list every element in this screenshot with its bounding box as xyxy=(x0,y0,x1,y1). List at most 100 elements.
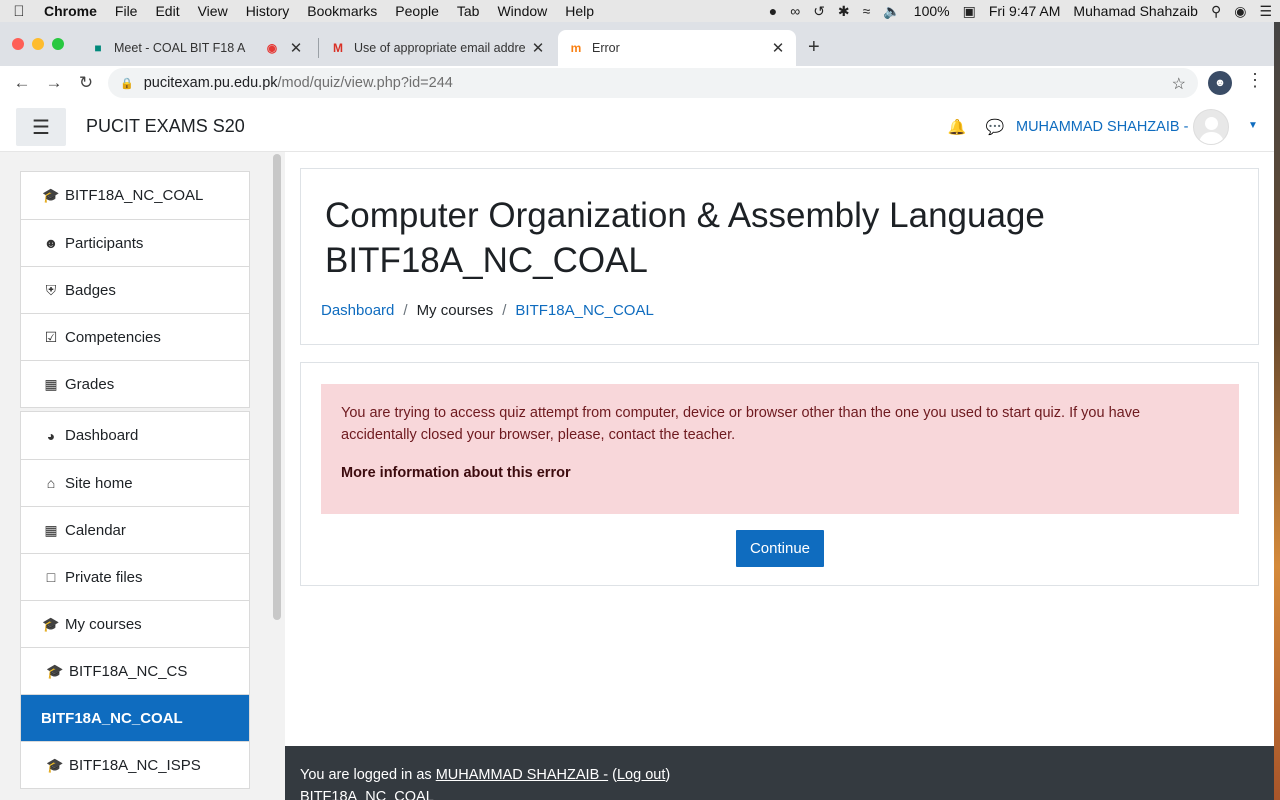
footer-course-link[interactable]: BITF18A_NC_COAL xyxy=(300,789,434,800)
apple-menu-icon[interactable]:  xyxy=(0,3,38,20)
menu-help[interactable]: Help xyxy=(556,3,603,19)
menu-history[interactable]: History xyxy=(237,3,299,19)
more-info-link[interactable]: More information about this error xyxy=(341,462,1219,484)
nav-item-label: Dashboard xyxy=(65,427,139,444)
nav-item-course-cs[interactable]: 🎓 BITF18A_NC_CS xyxy=(21,647,249,694)
drawer-scrollbar-thumb[interactable] xyxy=(273,154,281,620)
menu-file[interactable]: File xyxy=(106,3,147,19)
close-window-button[interactable] xyxy=(12,38,24,50)
chrome-profile-avatar[interactable]: ☻ xyxy=(1208,71,1232,95)
reload-icon[interactable]: ↻ xyxy=(70,73,102,93)
tab-title: Meet - COAL BIT F18 A xyxy=(114,41,246,55)
page-title: Computer Organization & Assembly Languag… xyxy=(325,196,1045,280)
close-tab-icon[interactable]: ✕ xyxy=(530,39,546,57)
nav-item-participants[interactable]: ☻ Participants xyxy=(21,219,249,266)
avatar[interactable] xyxy=(1193,109,1229,145)
user-menu-name[interactable]: MUHAMMAD SHAHZAIB - xyxy=(1016,119,1188,135)
wifi-icon[interactable]: ≈ xyxy=(863,3,871,19)
recording-icon: ◉ xyxy=(266,41,278,55)
site-brand[interactable]: PUCIT EXAMS S20 xyxy=(86,116,245,137)
user-menu-caret-icon[interactable]: ▼ xyxy=(1248,120,1258,131)
menubar-user[interactable]: Muhamad Shahzaib xyxy=(1073,3,1198,19)
footer-user-link[interactable]: MUHAMMAD SHAHZAIB - xyxy=(436,767,608,783)
tab-error[interactable]: m Error ✕ xyxy=(558,30,796,66)
nav-item-badges[interactable]: ⛨ Badges xyxy=(21,266,249,313)
close-tab-icon[interactable]: ✕ xyxy=(288,39,304,57)
bluetooth-icon[interactable]: ✱ xyxy=(838,3,850,20)
tab-gmail[interactable]: M Use of appropriate email addre ✕ xyxy=(320,30,556,66)
menu-app-chrome[interactable]: Chrome xyxy=(38,3,106,19)
continue-button[interactable]: Continue xyxy=(736,530,824,567)
menu-tab[interactable]: Tab xyxy=(448,3,489,19)
url-host: pucitexam.pu.edu.pk xyxy=(143,75,278,91)
bookmark-star-icon[interactable]: ☆ xyxy=(1172,74,1186,94)
menu-window[interactable]: Window xyxy=(488,3,556,19)
spotlight-search-icon[interactable]: ⚲ xyxy=(1211,3,1221,20)
nav-item-private-files[interactable]: □ Private files xyxy=(21,553,249,600)
footer-logged-in-text: You are logged in as xyxy=(300,767,432,783)
back-icon[interactable]: ← xyxy=(6,73,38,93)
nav-item-course-coal[interactable]: BITF18A_NC_COAL xyxy=(21,694,249,741)
breadcrumb-course[interactable]: BITF18A_NC_COAL xyxy=(515,302,653,319)
nav-item-calendar[interactable]: ▦ Calendar xyxy=(21,506,249,553)
graduation-cap-icon: 🎓 xyxy=(46,662,64,679)
nav-item-dashboard[interactable]: ◕ Dashboard xyxy=(21,412,249,459)
notifications-bell-icon[interactable]: 🔔 xyxy=(946,118,968,136)
nav-drawer: 🎓 BITF18A_NC_COAL ☻ Participants ⛨ Badge… xyxy=(0,152,285,800)
volume-icon[interactable]: 🔈 xyxy=(883,3,900,20)
messages-icon[interactable]: 💬 xyxy=(980,118,1010,136)
clock[interactable]: Fri 9:47 AM xyxy=(989,3,1061,19)
nav-item-competencies[interactable]: ☑ Competencies xyxy=(21,313,249,360)
error-message: You are trying to access quiz attempt fr… xyxy=(341,405,1141,443)
url-path: /mod/quiz/view.php?id=244 xyxy=(277,75,453,91)
zoom-window-button[interactable] xyxy=(52,38,64,50)
nav-item-label: Site home xyxy=(65,474,133,492)
forward-icon[interactable]: → xyxy=(38,73,70,93)
breadcrumb-dashboard[interactable]: Dashboard xyxy=(321,302,394,319)
drawer-toggle-button[interactable]: ☰ xyxy=(16,108,66,146)
close-tab-icon[interactable]: ✕ xyxy=(770,39,786,57)
browser-toolbar: ← → ↻ 🔒 pucitexam.pu.edu.pk/mod/quiz/vie… xyxy=(0,66,1274,100)
menu-people[interactable]: People xyxy=(386,3,448,19)
menu-bookmarks[interactable]: Bookmarks xyxy=(298,3,386,19)
course-nav-group: 🎓 BITF18A_NC_COAL ☻ Participants ⛨ Badge… xyxy=(20,171,250,408)
nav-item-label: BITF18A_NC_CS xyxy=(69,662,188,680)
nav-item-grades[interactable]: ▦ Grades xyxy=(21,360,249,407)
tab-meet[interactable]: ■ Meet - COAL BIT F18 A ◉ ✕ xyxy=(80,30,314,66)
time-machine-icon[interactable]: ↺ xyxy=(813,3,825,20)
nav-item-course-home[interactable]: 🎓 BITF18A_NC_COAL xyxy=(21,172,249,219)
nav-item-label: My courses xyxy=(65,615,142,633)
status-area: ● ∞ ↺ ✱ ≈ 🔈 100% ▣ Fri 9:47 AM Muhamad S… xyxy=(769,0,1272,22)
evernote-icon[interactable]: ● xyxy=(769,3,777,19)
graduation-cap-icon: 🎓 xyxy=(46,756,64,773)
table-icon: ▦ xyxy=(44,375,58,392)
breadcrumb-separator: / xyxy=(403,302,408,319)
lock-icon[interactable]: 🔒 xyxy=(120,77,134,90)
error-card: You are trying to access quiz attempt fr… xyxy=(300,362,1259,586)
menu-view[interactable]: View xyxy=(189,3,237,19)
breadcrumb-separator: / xyxy=(502,302,507,319)
menu-edit[interactable]: Edit xyxy=(146,3,188,19)
chrome-menu-icon[interactable]: ⋮ xyxy=(1246,70,1264,91)
nav-item-my-courses[interactable]: 🎓 My courses xyxy=(21,600,249,647)
creative-cloud-icon[interactable]: ∞ xyxy=(790,3,800,19)
battery-icon[interactable]: ▣ xyxy=(963,3,976,20)
logout-link[interactable]: Log out xyxy=(617,767,665,783)
file-icon: □ xyxy=(46,569,56,585)
nav-item-label: Calendar xyxy=(65,521,126,539)
shield-icon: ⛨ xyxy=(45,281,57,298)
notification-center-icon[interactable]: ☰ xyxy=(1259,3,1272,20)
nav-item-label: Competencies xyxy=(65,328,161,346)
nav-item-course-isps[interactable]: 🎓 BITF18A_NC_ISPS xyxy=(21,741,249,788)
gmail-icon: M xyxy=(333,41,343,55)
siri-icon[interactable]: ◉ xyxy=(1234,3,1246,20)
tab-title: Use of appropriate email addre xyxy=(354,41,526,55)
nav-item-site-home[interactable]: ⌂ Site home xyxy=(21,459,249,506)
navbar-user-area: 🔔 💬 MUHAMMAD SHAHZAIB - xyxy=(946,112,1189,142)
nav-item-label: Private files xyxy=(65,568,143,586)
minimize-window-button[interactable] xyxy=(32,38,44,50)
address-bar[interactable]: 🔒 pucitexam.pu.edu.pk/mod/quiz/view.php?… xyxy=(108,68,1198,98)
breadcrumb-my-courses: My courses xyxy=(416,302,494,319)
new-tab-icon[interactable]: + xyxy=(808,36,820,59)
page-header-card: Computer Organization & Assembly Languag… xyxy=(300,168,1259,345)
